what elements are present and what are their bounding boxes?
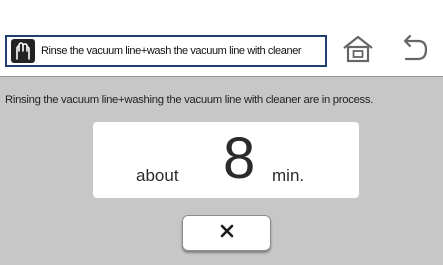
home-button[interactable] (336, 34, 380, 69)
time-unit: min. (272, 166, 305, 185)
home-icon (341, 34, 375, 69)
page-title-box: Rinse the vacuum line+wash the vacuum li… (5, 35, 327, 67)
header-divider (0, 76, 443, 77)
header-bar: Rinse the vacuum line+wash the vacuum li… (0, 30, 443, 77)
close-icon (220, 224, 234, 243)
cancel-button[interactable] (182, 215, 271, 251)
hands-icon-svg (16, 42, 30, 60)
back-button[interactable] (392, 34, 436, 69)
top-strip (0, 0, 443, 30)
status-message: Rinsing the vacuum line+washing the vacu… (5, 94, 374, 106)
hands-icon (11, 39, 35, 63)
back-arrow-icon (397, 34, 431, 69)
time-prefix: about (136, 166, 179, 185)
page-title: Rinse the vacuum line+wash the vacuum li… (41, 45, 302, 57)
time-value: 8 (223, 126, 256, 191)
time-remaining-card: about 8 min. (93, 122, 359, 198)
